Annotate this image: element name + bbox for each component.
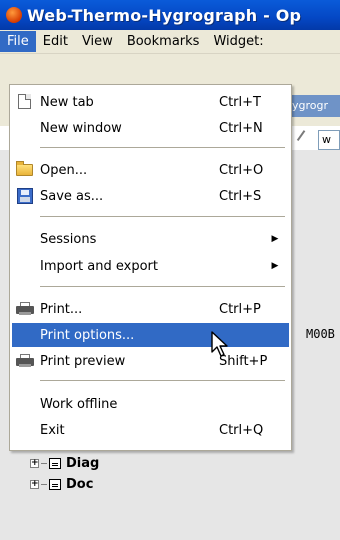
tree-connector: [41, 484, 47, 485]
menu-item-label: Sessions: [40, 231, 97, 247]
menu-separator: [40, 147, 285, 148]
tree-node-label: Diag: [66, 456, 100, 471]
menu-item-print[interactable]: Print... Ctrl+P: [12, 297, 289, 321]
new-tab-icon: [18, 94, 31, 109]
folder-icon: [49, 458, 61, 469]
menu-widgets[interactable]: Widget:: [206, 31, 270, 52]
menu-item-label: Print preview: [40, 353, 126, 369]
menu-bar: File Edit View Bookmarks Widget:: [0, 30, 340, 54]
menu-item-label: Save as...: [40, 188, 104, 204]
title-bar: Web-Thermo-Hygrograph - Op: [0, 0, 340, 30]
menu-item-shortcut: Ctrl+T: [219, 94, 261, 110]
menu-item-open[interactable]: Open... Ctrl+O: [12, 158, 289, 182]
menu-item-new-window[interactable]: New window Ctrl+N: [12, 116, 289, 140]
menu-item-label: Exit: [40, 422, 65, 438]
menu-separator: [40, 216, 285, 217]
menu-item-shortcut: Ctrl+Q: [219, 422, 264, 438]
menu-separator: [40, 286, 285, 287]
menu-separator: [40, 380, 285, 381]
menu-item-work-offline[interactable]: Work offline: [12, 392, 289, 416]
device-code-label: M00B: [306, 327, 335, 341]
printer-icon: [16, 302, 34, 315]
menu-item-shortcut: Ctrl+O: [219, 162, 264, 178]
menu-item-print-preview[interactable]: Print preview Shift+P: [12, 349, 289, 373]
menu-item-shortcut: Ctrl+N: [219, 120, 263, 136]
address-field[interactable]: w: [318, 130, 340, 150]
printer-icon: [16, 354, 34, 367]
tree-connector: [41, 463, 47, 464]
menu-item-label: Work offline: [40, 396, 118, 412]
save-disk-icon: [17, 188, 33, 204]
menu-item-label: Import and export: [40, 258, 158, 274]
menu-item-label: Open...: [40, 162, 88, 178]
menu-file[interactable]: File: [0, 31, 36, 52]
folder-icon: [49, 479, 61, 490]
menu-item-label: New window: [40, 120, 122, 136]
menu-item-save-as[interactable]: Save as... Ctrl+S: [12, 184, 289, 208]
expand-icon[interactable]: +: [30, 459, 39, 468]
menu-item-shortcut: Shift+P: [219, 353, 268, 369]
menu-edit[interactable]: Edit: [36, 31, 75, 52]
submenu-arrow-icon: ▶: [271, 234, 279, 244]
menu-item-print-options[interactable]: Print options...: [12, 323, 289, 347]
file-menu-dropdown: New tab Ctrl+T New window Ctrl+N Open...…: [9, 84, 292, 451]
open-folder-icon: [16, 161, 33, 176]
menu-item-exit[interactable]: Exit Ctrl+Q: [12, 418, 289, 442]
menu-item-label: Print...: [40, 301, 83, 317]
menu-item-import-export[interactable]: Import and export ▶: [12, 254, 289, 278]
app-icon: [6, 7, 22, 23]
menu-item-sessions[interactable]: Sessions ▶: [12, 227, 289, 251]
tree-node-diag[interactable]: + Diag: [30, 456, 99, 471]
submenu-arrow-icon: ▶: [271, 261, 279, 271]
expand-icon[interactable]: +: [30, 480, 39, 489]
menu-item-label: Print options...: [40, 327, 135, 343]
menu-bookmarks[interactable]: Bookmarks: [120, 31, 207, 52]
menu-item-shortcut: Ctrl+S: [219, 188, 262, 204]
menu-item-label: New tab: [40, 94, 94, 110]
window-title: Web-Thermo-Hygrograph - Op: [27, 5, 302, 25]
menu-view[interactable]: View: [75, 31, 120, 52]
browser-tab[interactable]: ygrogr: [288, 95, 340, 117]
tree-node-label: Doc: [66, 477, 94, 492]
menu-item-new-tab[interactable]: New tab Ctrl+T: [12, 90, 289, 114]
menu-item-shortcut: Ctrl+P: [219, 301, 261, 317]
tree-node-doc[interactable]: + Doc: [30, 477, 93, 492]
